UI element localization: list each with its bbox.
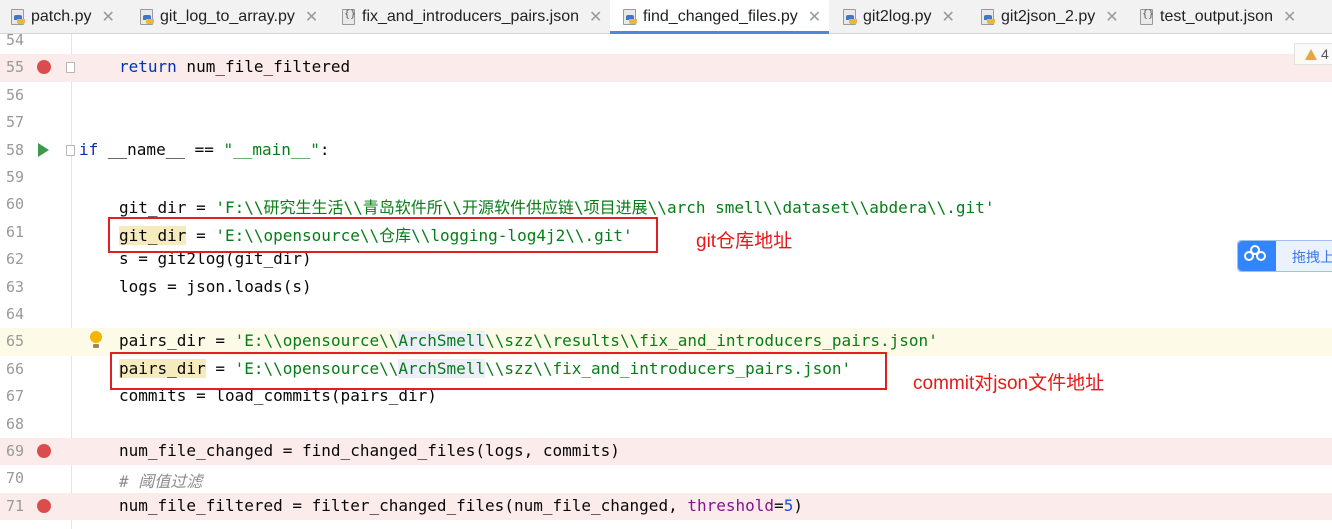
line-number: 57 xyxy=(5,113,24,132)
python-file-icon xyxy=(10,9,25,25)
close-icon[interactable]: ✕ xyxy=(1283,7,1296,27)
line-number: 64 xyxy=(5,305,24,323)
code-line-70[interactable]: 70 # 阈值过滤 xyxy=(0,465,1332,492)
line-number: 61 xyxy=(5,222,24,241)
line-number: 70 xyxy=(5,469,24,488)
line-number: 60 xyxy=(5,195,24,214)
line-number: 56 xyxy=(5,85,24,104)
tab-label: fix_and_introducers_pairs.json xyxy=(362,8,580,25)
line-number: 54 xyxy=(5,31,24,49)
code-line-55[interactable]: 55 return num_file_filtered xyxy=(0,54,1332,82)
fold-marker-icon[interactable] xyxy=(66,144,75,156)
cloud-logo-icon xyxy=(1238,241,1276,271)
warning-icon xyxy=(1305,48,1317,60)
code-line-63[interactable]: 63 logs = json.loads(s) xyxy=(0,274,1332,301)
code-line-59[interactable]: 59 xyxy=(0,164,1332,191)
json-file-icon: {} xyxy=(341,9,356,25)
line-number: 68 xyxy=(5,414,24,433)
annotation-commit-json-label: commit对json文件地址 xyxy=(913,373,1105,394)
annotation-box-pairs-dir xyxy=(110,352,887,390)
breakpoint-icon[interactable] xyxy=(37,60,51,75)
code-text: return num_file_filtered xyxy=(119,57,351,77)
warning-count: 4 xyxy=(1321,46,1329,62)
line-number: 63 xyxy=(5,277,24,296)
line-number: 67 xyxy=(5,387,24,406)
tab-label: patch.py xyxy=(31,8,92,25)
code-line-54[interactable]: 54 xyxy=(0,27,1332,54)
line-number: 71 xyxy=(5,496,24,515)
close-icon[interactable]: ✕ xyxy=(942,7,955,27)
code-line-56[interactable]: 56 xyxy=(0,82,1332,109)
line-number: 66 xyxy=(5,359,24,378)
annotation-box-git-dir xyxy=(108,217,658,253)
code-text: logs = json.loads(s) xyxy=(119,276,312,296)
line-number: 55 xyxy=(5,58,24,77)
line-number: 69 xyxy=(5,442,24,460)
code-line-69[interactable]: 69 num_file_changed = find_changed_files… xyxy=(0,438,1332,466)
code-line-68[interactable]: 68 xyxy=(0,411,1332,438)
tab-label: git_log_to_array.py xyxy=(160,8,295,25)
side-upload-panel[interactable]: 拖拽上 xyxy=(1237,240,1332,272)
python-file-icon xyxy=(980,9,995,25)
breakpoint-icon[interactable] xyxy=(37,498,51,513)
side-panel-label: 拖拽上 xyxy=(1292,249,1332,265)
code-editor[interactable]: 54 55 return num_file_filtered 56 57 58 … xyxy=(0,31,1332,529)
code-line-64[interactable]: 64 xyxy=(0,301,1332,328)
line-number: 65 xyxy=(5,332,24,351)
close-icon[interactable]: ✕ xyxy=(808,7,821,27)
breakpoint-icon[interactable] xyxy=(37,444,51,458)
code-text: num_file_changed = find_changed_files(lo… xyxy=(119,441,620,460)
code-line-58[interactable]: 58 if __name__ == "__main__": xyxy=(0,137,1332,164)
close-icon[interactable]: ✕ xyxy=(305,7,318,27)
code-line-71[interactable]: 71 num_file_filtered = filter_changed_fi… xyxy=(0,492,1332,521)
code-text: pairs_dir = 'E:\\opensource\\ArchSmell\\… xyxy=(119,331,938,351)
run-icon[interactable] xyxy=(38,142,49,157)
tab-label: test_output.json xyxy=(1160,8,1273,25)
code-line-60[interactable]: 60 git_dir = 'F:\\研究生生活\\青岛软件所\\开源软件供应链\… xyxy=(0,191,1332,218)
python-file-icon xyxy=(139,9,154,25)
line-number: 58 xyxy=(5,140,24,159)
json-file-icon: {} xyxy=(1139,9,1154,25)
close-icon[interactable]: ✕ xyxy=(101,7,114,27)
warnings-indicator[interactable]: 4 xyxy=(1294,43,1332,65)
line-number: 62 xyxy=(5,250,24,269)
close-icon[interactable]: ✕ xyxy=(1105,7,1118,27)
close-icon[interactable]: ✕ xyxy=(589,7,602,27)
python-file-icon xyxy=(842,9,857,25)
code-text: if __name__ == "__main__": xyxy=(79,139,330,159)
tab-label: git2json_2.py xyxy=(1001,8,1096,25)
lightbulb-icon[interactable] xyxy=(90,331,102,349)
tab-label: find_changed_files.py xyxy=(643,8,798,25)
code-text: num_file_filtered = filter_changed_files… xyxy=(119,495,803,515)
line-number: 59 xyxy=(5,168,24,186)
code-comment: # 阈值过滤 xyxy=(119,472,203,492)
python-file-icon xyxy=(622,9,637,25)
tab-label: git2log.py xyxy=(863,8,932,25)
code-line-57[interactable]: 57 xyxy=(0,109,1332,136)
code-text: git_dir = 'F:\\研究生生活\\青岛软件所\\开源软件供应链\项目进… xyxy=(119,198,995,218)
fold-marker-icon[interactable] xyxy=(66,62,75,74)
annotation-git-repo-label: git仓库地址 xyxy=(696,231,793,252)
